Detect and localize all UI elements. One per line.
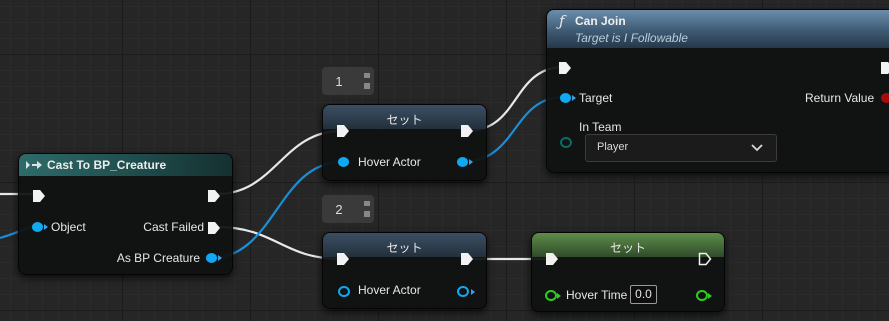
pin-icon: [364, 73, 370, 89]
set3-node[interactable]: セット Hover Time 0.0: [531, 232, 725, 312]
cast-exec-in-pin[interactable]: [32, 189, 46, 203]
can-join-title: Can Join: [575, 14, 626, 28]
set3-exec-in-pin[interactable]: [545, 252, 559, 266]
cast-failed-label: Cast Failed: [143, 220, 204, 234]
set3-hover-time-in-arrow: [557, 293, 561, 299]
dropdown-chevron-icon: [751, 144, 763, 152]
set2-exec-in-pin[interactable]: [336, 252, 350, 266]
can-join-in-team-pin[interactable]: [560, 137, 572, 148]
cast-failed-exec-pin[interactable]: [207, 221, 221, 235]
set1-hover-actor-out-pin[interactable]: [457, 157, 468, 167]
set3-node-title: セット: [609, 241, 646, 255]
can-join-node[interactable]: ƒ Can Join Target is I Followable Target…: [546, 9, 889, 173]
can-join-target-pin[interactable]: [560, 93, 571, 103]
cast-object-label: Object: [51, 220, 86, 234]
function-icon: ƒ: [559, 12, 565, 30]
can-join-exec-in-pin[interactable]: [558, 61, 572, 75]
cast-node-title: Cast To BP_Creature: [47, 158, 167, 172]
set1-exec-out-pin[interactable]: [460, 124, 474, 138]
set3-hover-time-input[interactable]: 0.0: [630, 285, 657, 304]
cast-node[interactable]: Cast To BP_Creature Object Cast Failed A…: [18, 153, 233, 275]
can-join-return-value-label: Return Value: [805, 91, 875, 105]
set2-exec-out-pin[interactable]: [460, 252, 474, 266]
set3-hover-time-in-pin[interactable]: [545, 290, 557, 301]
set2-hover-actor-in-pin[interactable]: [338, 286, 350, 297]
set2-hover-actor-label: Hover Actor: [358, 283, 421, 297]
set2-hover-actor-out-pin[interactable]: [457, 286, 469, 297]
can-join-target-label: Target: [579, 91, 613, 105]
set1-exec-in-pin[interactable]: [336, 124, 350, 138]
can-join-subtitle: Target is I Followable: [575, 31, 688, 45]
cast-as-creature-label: As BP Creature: [116, 251, 200, 265]
set2-node[interactable]: セット Hover Actor: [322, 232, 487, 309]
set1-badge: 1: [322, 67, 374, 95]
set2-hover-actor-out-arrow: [471, 289, 475, 295]
can-join-in-team-label: In Team: [579, 120, 622, 134]
in-team-dropdown-value: Player: [597, 141, 629, 153]
cast-as-creature-pin[interactable]: [206, 253, 217, 263]
cast-object-pin[interactable]: [32, 222, 43, 232]
can-join-target-pin-arrow: [572, 95, 576, 101]
set2-badge-number: 2: [335, 202, 343, 217]
set1-badge-number: 1: [335, 74, 343, 89]
set1-hover-actor-in-pin[interactable]: [338, 157, 349, 167]
set3-hover-time-label: Hover Time: [566, 288, 628, 302]
can-join-return-value-pin[interactable]: [881, 93, 889, 103]
cast-exec-out-pin[interactable]: [207, 189, 221, 203]
set3-hover-time-out-pin[interactable]: [696, 290, 708, 301]
cast-object-pin-arrow: [44, 224, 48, 230]
can-join-exec-out-pin[interactable]: [880, 61, 889, 75]
set2-badge: 2: [322, 195, 374, 223]
set3-exec-out-pin[interactable]: [698, 252, 712, 266]
set1-hover-actor-label: Hover Actor: [358, 155, 421, 169]
cast-icon: [26, 161, 42, 169]
set3-hover-time-out-arrow: [708, 293, 712, 299]
pin-icon: [364, 201, 370, 217]
cast-as-creature-pin-arrow: [218, 255, 222, 261]
set1-node[interactable]: セット Hover Actor: [322, 104, 487, 181]
in-team-dropdown[interactable]: Player: [585, 134, 777, 162]
set1-hover-actor-out-arrow: [469, 159, 473, 165]
